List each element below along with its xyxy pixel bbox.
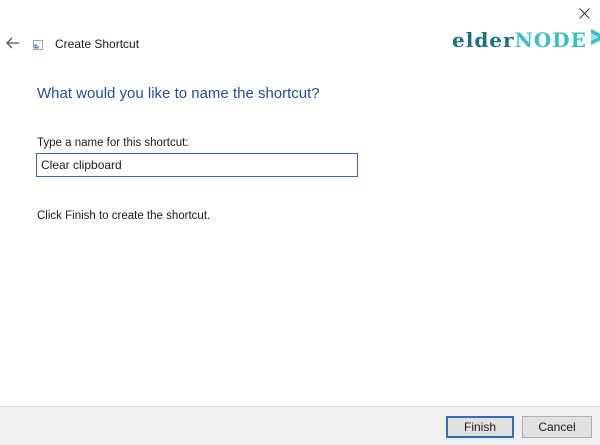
page-heading: What would you like to name the shortcut… (37, 85, 320, 102)
eldernode-logo: elder NODE (452, 26, 600, 54)
play-icon (590, 29, 600, 45)
shortcut-name-label: Type a name for this shortcut: (37, 137, 189, 149)
logo-text-node: NODE (514, 28, 587, 52)
cancel-button[interactable]: Cancel (522, 416, 592, 438)
shortcut-name-input[interactable] (36, 153, 358, 177)
back-button[interactable] (6, 36, 22, 52)
create-shortcut-window: Create Shortcut elder NODE What would yo… (0, 0, 600, 445)
close-icon (578, 7, 590, 19)
shortcut-icon (33, 40, 43, 50)
finish-button[interactable]: Finish (446, 416, 514, 438)
window-title: Create Shortcut (55, 37, 140, 51)
logo-text-elder: elder (452, 28, 515, 52)
close-button[interactable] (574, 4, 594, 22)
dialog-footer: Finish Cancel (0, 406, 600, 445)
back-arrow-icon (6, 37, 19, 49)
finish-hint-text: Click Finish to create the shortcut. (37, 210, 211, 222)
